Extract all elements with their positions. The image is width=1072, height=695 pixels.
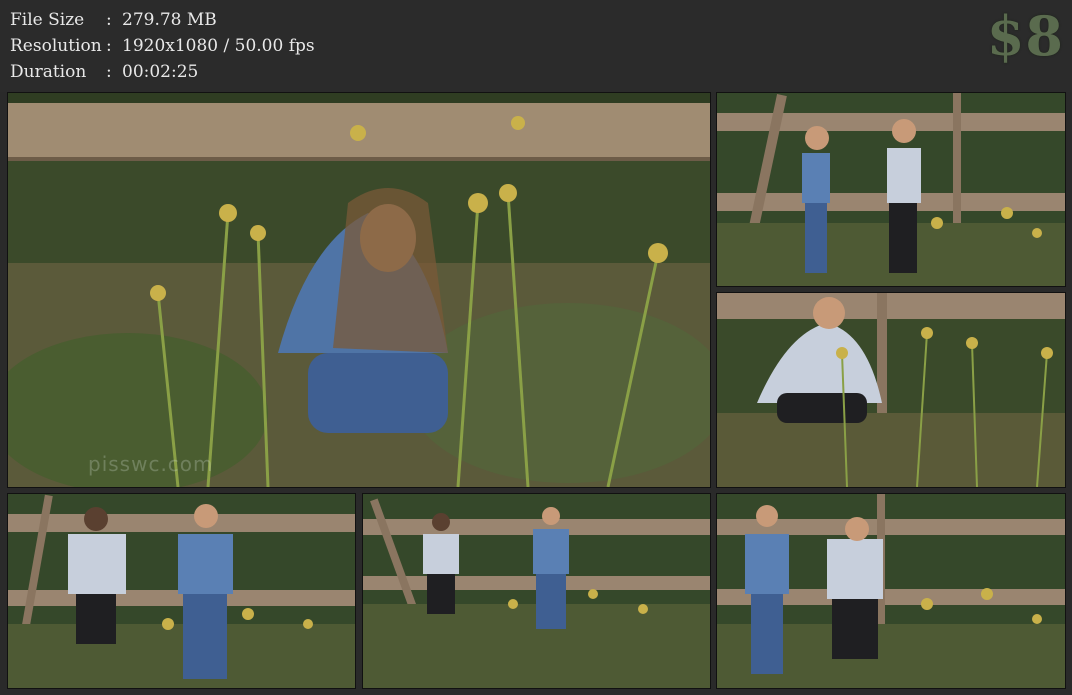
resolution-value: 1920x1080 / 50.00 fps <box>122 36 315 56</box>
file-size-label: File Size <box>10 10 85 30</box>
file-size-row: File Size:279.78 MB <box>10 8 217 32</box>
duration-row: Duration:00:02:25 <box>10 60 198 84</box>
resolution-row: Resolution:1920x1080 / 50.00 fps <box>10 34 315 58</box>
thumbnail-5 <box>362 493 711 689</box>
thumbnail-3 <box>716 292 1066 488</box>
separator: : <box>106 36 112 56</box>
scene-illustration <box>717 93 1065 286</box>
price-badge: $8 <box>986 4 1064 68</box>
file-size-value: 279.78 MB <box>122 10 217 30</box>
scene-illustration <box>717 494 1065 688</box>
separator: : <box>106 62 112 82</box>
thumbnail-1-main <box>7 92 711 488</box>
thumbnail-6 <box>716 493 1066 689</box>
duration-value: 00:02:25 <box>122 62 199 82</box>
scene-illustration <box>8 93 710 487</box>
scene-illustration <box>717 293 1065 487</box>
thumbnail-4 <box>7 493 356 689</box>
scene-illustration <box>8 494 355 688</box>
watermark: pisswc.com <box>88 452 214 476</box>
thumbnail-2 <box>716 92 1066 287</box>
separator: : <box>106 10 112 30</box>
info-header: File Size:279.78 MB Resolution:1920x1080… <box>0 0 1072 92</box>
resolution-label: Resolution <box>10 36 102 56</box>
duration-label: Duration <box>10 62 87 82</box>
scene-illustration <box>363 494 710 688</box>
